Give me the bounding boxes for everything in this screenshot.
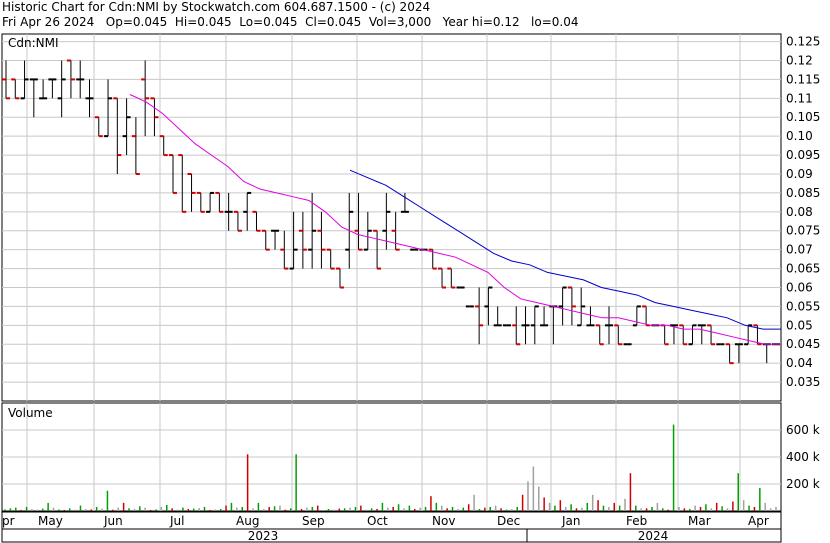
price-tick-label: 0.065 [786,262,820,276]
year-label: 2024 [638,529,669,543]
price-tick-label: 0.04 [786,356,813,370]
price-tick-label: 0.12 [786,53,813,67]
price-tick-label: 0.07 [786,243,813,257]
month-label: Mar [688,514,711,528]
ticker-label: Cdn:NMI [8,36,59,50]
month-label: Oct [367,514,388,528]
price-volume-chart: 0.125 0.12 0.115 0.11 0.105 0.10 0.095 0.09 0.08… [1,33,820,543]
month-label: Jul [169,514,184,528]
month-label: Feb [626,514,647,528]
price-panel-border [1,33,782,402]
price-tick-label: 0.06 [786,280,813,294]
price-tick-label: 0.09 [786,167,813,181]
volume-tick-label: 200 k [786,477,820,491]
price-tick-label: 0.045 [786,337,820,351]
price-tick-label: 0.125 [786,35,820,49]
price-tick-label: 0.11 [786,91,813,105]
volume-label: Volume [8,406,53,420]
price-tick-label: 0.095 [786,148,820,162]
month-label: Apr [748,514,769,528]
price-tick-label: 0.085 [786,186,820,200]
price-tick-label: 0.105 [786,110,820,124]
month-label: May [38,514,63,528]
month-label: Dec [497,514,520,528]
month-label: pr [2,514,15,528]
year-label: 2023 [248,529,279,543]
price-tick-label: 0.08 [786,205,813,219]
volume-tick-label: 600 k [786,423,820,437]
price-tick-label: 0.055 [786,299,820,313]
price-tick-label: 0.10 [786,129,813,143]
price-tick-label: 0.035 [786,375,820,389]
chart-frame: Historic Chart for Cdn:NMI by Stockwatch… [0,0,830,543]
price-tick-label: 0.115 [786,72,820,86]
month-label: Aug [236,514,259,528]
month-label: Sep [302,514,325,528]
month-label: Nov [432,514,455,528]
month-label: Jun [103,514,123,528]
volume-tick-label: 400 k [786,450,820,464]
month-label: Jan [561,514,581,528]
price-tick-label: 0.05 [786,318,813,332]
price-tick-label: 0.075 [786,224,820,238]
